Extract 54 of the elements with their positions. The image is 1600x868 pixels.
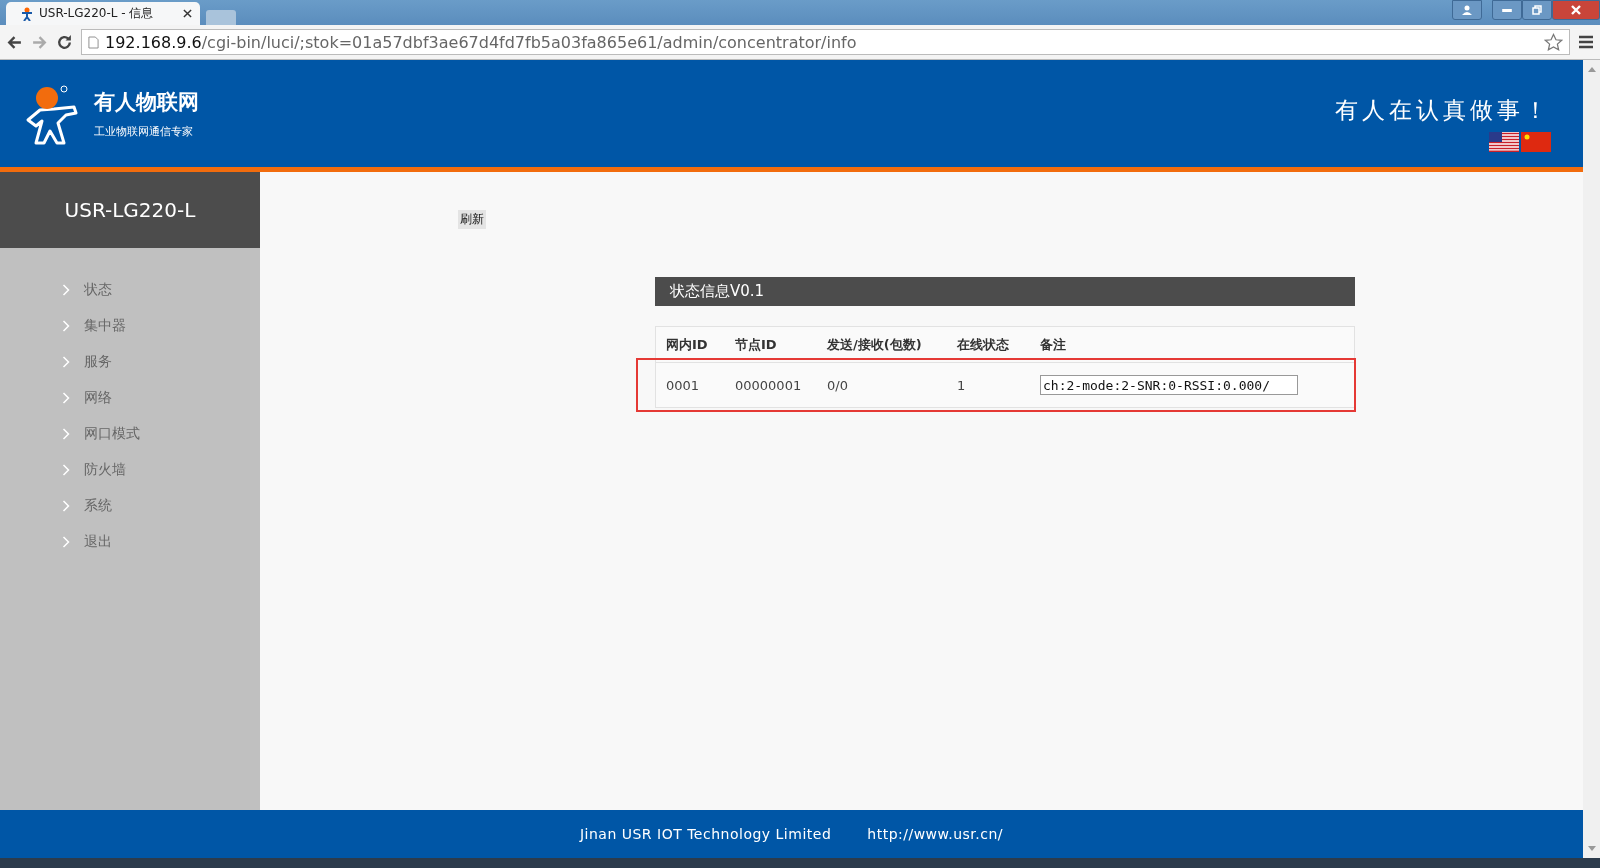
person-icon — [20, 6, 34, 21]
column-header: 备注 — [1040, 335, 1067, 354]
column-header: 在线状态 — [957, 335, 1010, 354]
menu-icon[interactable] — [1578, 35, 1594, 49]
remark-field[interactable]: ch:2-mode:2-SNR:0-RSSI:0.000/ — [1040, 375, 1298, 395]
table-cell-text: 0/0 — [827, 377, 849, 393]
panel-title-bar: 状态信息V0.1 — [655, 277, 1355, 306]
chevron-icon — [62, 536, 70, 548]
sidebar-item[interactable]: 防火墙 — [0, 452, 260, 488]
company-name: Jinan USR IOT Technology Limited — [579, 826, 832, 842]
sidebar-item[interactable]: 系统 — [0, 488, 260, 524]
china-flag-icon[interactable] — [1521, 132, 1551, 152]
close-icon[interactable] — [183, 9, 192, 18]
table-cell-text: 1 — [957, 377, 967, 393]
chevron-icon — [62, 500, 70, 512]
star-icon[interactable] — [1544, 32, 1563, 52]
close-icon — [1570, 4, 1582, 16]
page-icon — [88, 35, 99, 49]
website-link[interactable]: http://www.usr.cn/ — [867, 826, 1004, 842]
sidebar-item[interactable]: 服务 — [0, 344, 260, 380]
device-name: USR-LG220-L — [0, 172, 260, 248]
chevron-icon — [62, 428, 70, 440]
brand-name: 有人物联网 — [94, 89, 199, 116]
minimize-icon — [1502, 8, 1512, 12]
sidebar-item[interactable]: 集中器 — [0, 308, 260, 344]
chevron-icon — [62, 356, 70, 368]
chevron-icon — [62, 320, 70, 332]
chevron-icon — [62, 392, 70, 404]
minimize-button[interactable] — [1492, 0, 1522, 20]
table-cell-text: 0001 — [666, 377, 701, 393]
sidebar-item[interactable]: 状态 — [0, 272, 260, 308]
tab-title: USR-LG220-L - 信息 — [39, 5, 155, 22]
reload-icon[interactable] — [56, 33, 73, 51]
us-flag-icon[interactable] — [1489, 132, 1519, 152]
refresh-button[interactable]: 刷新 — [458, 210, 486, 229]
close-button[interactable] — [1552, 0, 1600, 20]
slogan: 有人在认真做事！ — [1335, 96, 1551, 125]
user-button[interactable] — [1452, 0, 1482, 20]
column-header: 网内ID — [666, 335, 709, 354]
restore-button[interactable] — [1522, 0, 1552, 20]
restore-icon — [1531, 4, 1543, 16]
column-header: 发送/接收(包数) — [827, 335, 923, 354]
user-icon — [1461, 4, 1473, 16]
chevron-icon — [62, 464, 70, 476]
table-cell-text: 00000001 — [735, 377, 803, 393]
column-header: 节点ID — [735, 335, 778, 354]
url-text: 192.168.9.6/cgi-bin/luci/;stok=01a57dbf3ae67d4fd7fb5a03fa865e61/admin/concentrator/info — [105, 32, 858, 52]
sidebar-item[interactable]: 网络 — [0, 380, 260, 416]
brand-tagline: 工业物联网通信专家 — [94, 124, 194, 139]
chevron-icon — [62, 284, 70, 296]
sidebar-item[interactable]: 网口模式 — [0, 416, 260, 452]
sidebar-item[interactable]: 退出 — [0, 524, 260, 560]
browser-tab[interactable]: USR-LG220-L - 信息 — [6, 2, 200, 25]
address-field[interactable]: 192.168.9.6/cgi-bin/luci/;stok=01a57dbf3ae67d4fd7fb5a03fa865e61/admin/concentrator/info — [81, 29, 1570, 55]
